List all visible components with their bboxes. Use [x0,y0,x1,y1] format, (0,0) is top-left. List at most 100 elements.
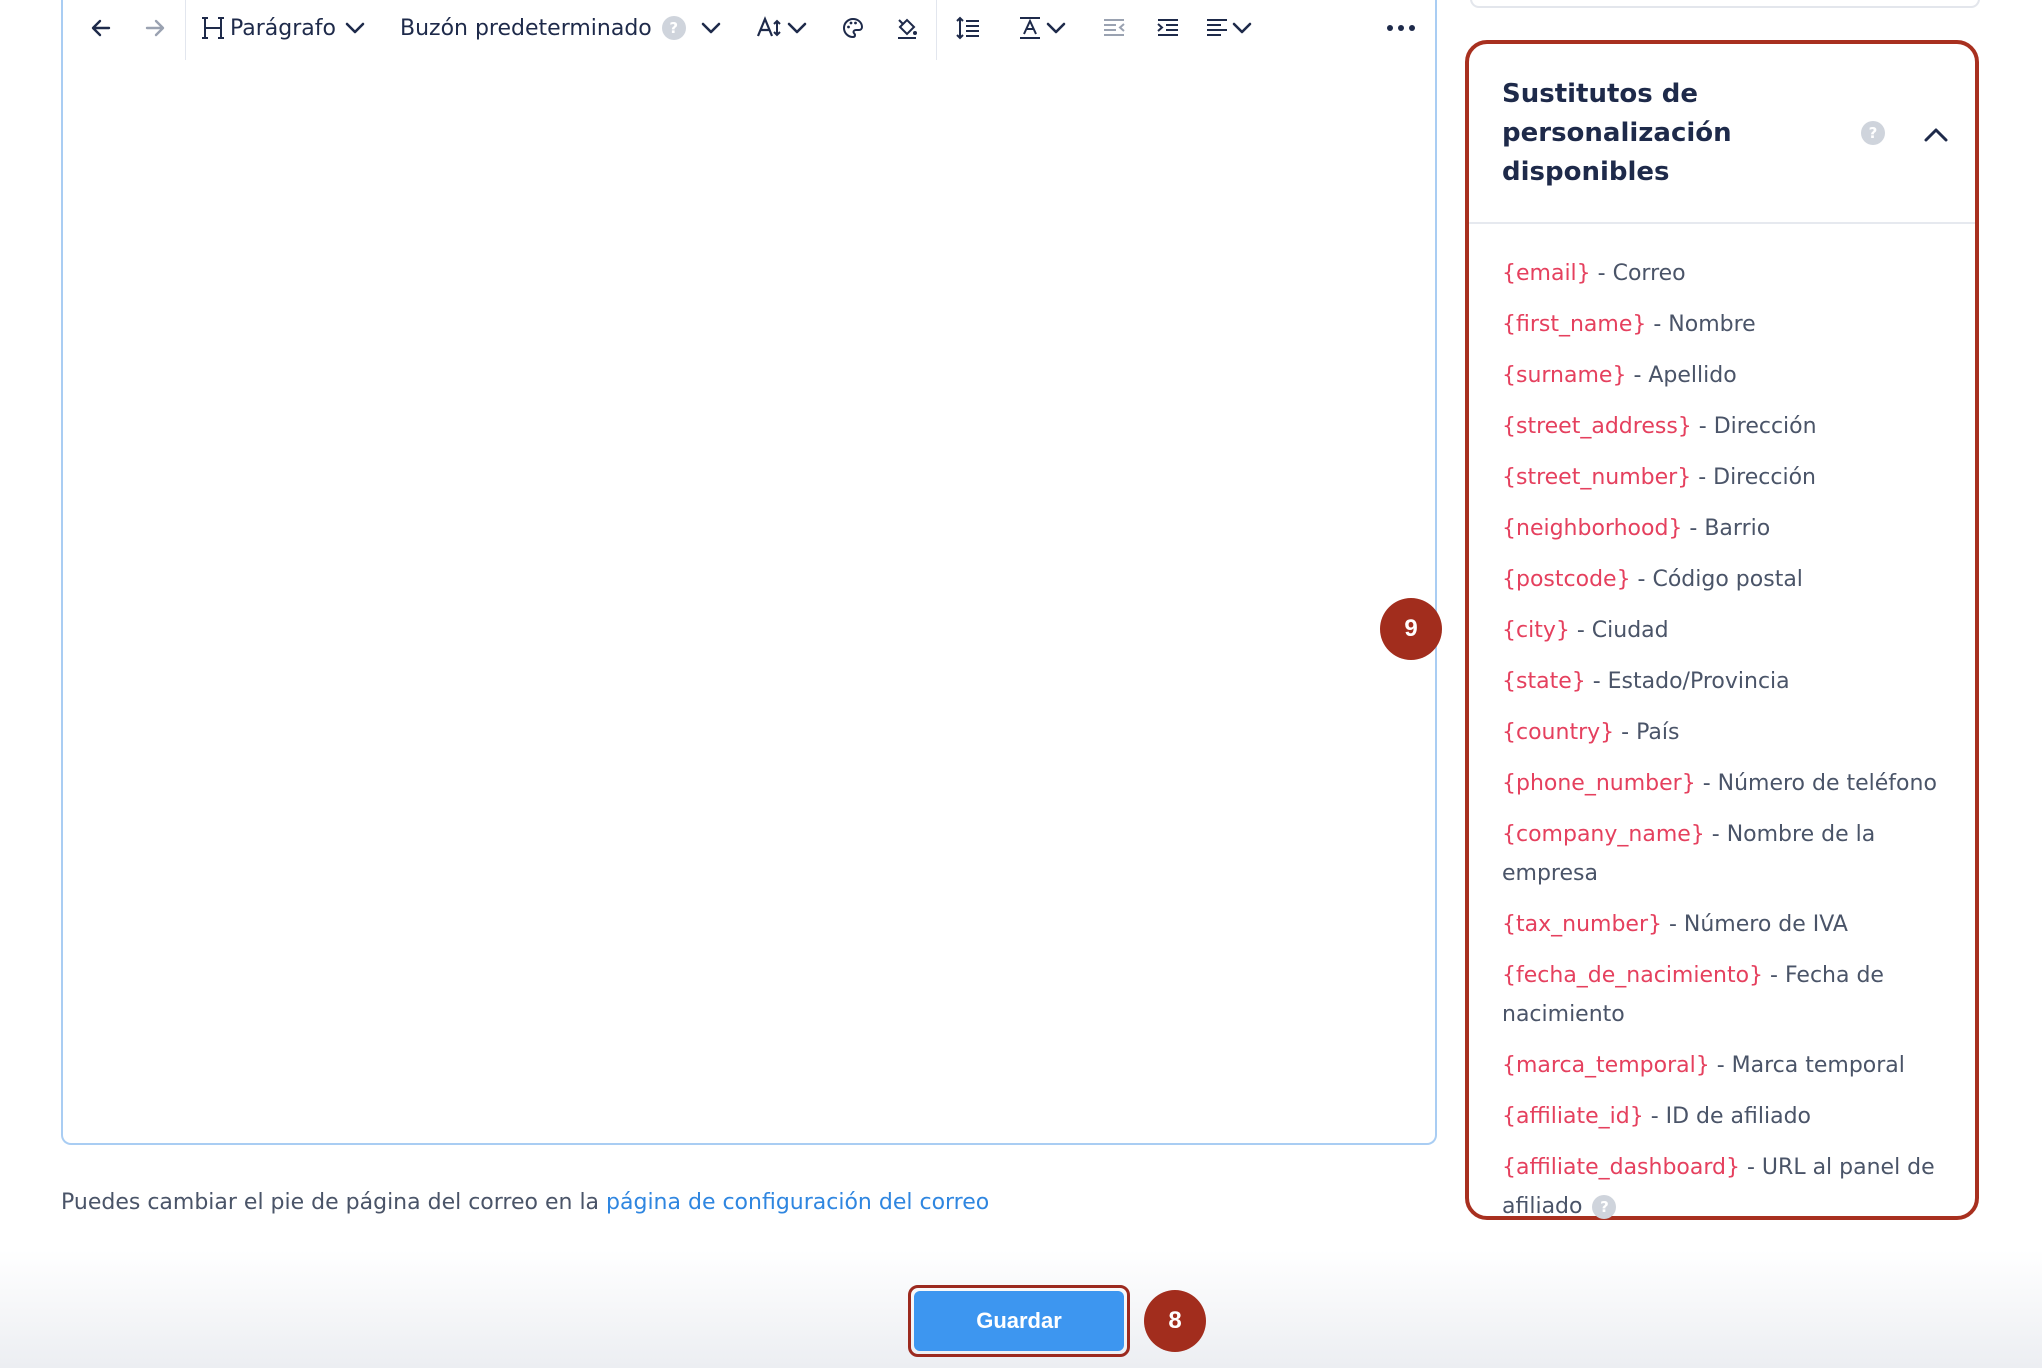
placeholder-token: {street_address} [1502,414,1692,439]
block-style-dropdown[interactable]: Parágrafo [200,8,368,48]
placeholder-item[interactable]: {surname} - Apellido [1502,356,1972,395]
placeholder-token: {tax_number} [1502,912,1662,937]
email-settings-link[interactable]: página de configuración del correo [606,1190,989,1215]
paint-bucket-icon [897,18,917,39]
heading-icon [202,17,224,39]
font-size-dropdown[interactable] [756,8,810,48]
save-button[interactable]: Guardar [914,1291,1124,1351]
placeholder-item[interactable]: {city} - Ciudad [1502,611,1972,650]
placeholder-description: - País [1614,720,1680,745]
placeholder-description: - Marca temporal [1709,1053,1905,1078]
placeholder-token: {surname} [1502,363,1627,388]
email-footer-note: Puedes cambiar el pie de página del corr… [61,1190,989,1215]
background-color-button[interactable] [890,8,924,48]
placeholders-panel: Sustitutos de personalización disponible… [1465,40,1979,1220]
alignment-dropdown[interactable] [1205,8,1255,48]
placeholder-item[interactable]: {street_number} - Dirección [1502,458,1972,497]
placeholder-item[interactable]: {tax_number} - Número de IVA [1502,905,1972,944]
line-height-icon [956,16,979,40]
placeholder-item[interactable]: {email} - Correo [1502,254,1972,293]
chevron-down-icon [787,22,807,34]
email-template-editor-page: Parágrafo Buzón predeterminado ? Puedes … [0,0,2042,1368]
placeholder-token: {country} [1502,720,1615,745]
outdent-button[interactable] [1097,8,1131,48]
placeholder-item[interactable]: {postcode} - Código postal [1502,560,1972,599]
indent-icon [1157,19,1178,36]
mailbox-label: Buzón predeterminado [399,15,652,41]
placeholder-description: - Dirección [1691,414,1817,439]
placeholder-token: {company_name} [1502,822,1705,847]
chevron-down-icon [1046,22,1066,34]
panel-title: Sustitutos de personalización disponible… [1502,79,1732,187]
help-icon[interactable]: ? [1861,121,1885,145]
redo-button[interactable] [135,8,175,48]
placeholder-item[interactable]: {affiliate_dashboard} - URL al panel de … [1502,1148,1972,1226]
chevron-down-icon [345,22,365,34]
chevron-up-icon [1924,128,1948,142]
placeholder-item[interactable]: {company_name} - Nombre de la empresa [1502,815,1972,893]
placeholder-token: {affiliate_dashboard} [1502,1155,1740,1180]
placeholder-list: {email} - Correo {first_name} - Nombre {su… [1502,254,1972,1238]
save-button-highlight: Guardar [908,1285,1130,1357]
placeholder-item[interactable]: {fecha_de_nacimiento} - Fecha de nacimie… [1502,956,1972,1034]
placeholder-token: {marca_temporal} [1502,1053,1710,1078]
placeholder-token: {email} [1502,261,1591,286]
text-format-icon [1019,17,1040,39]
outdent-icon [1103,19,1125,36]
placeholder-description: - Número de teléfono [1695,771,1937,796]
block-style-label: Parágrafo [230,15,336,41]
placeholder-item[interactable]: {neighborhood} - Barrio [1502,509,1972,548]
palette-icon [842,17,863,39]
placeholder-description: - Apellido [1626,363,1737,388]
placeholder-token: {state} [1502,669,1586,694]
placeholder-token: {city} [1502,618,1570,643]
undo-button[interactable] [81,8,121,48]
placeholder-description: - Código postal [1630,567,1803,592]
placeholder-token: {neighborhood} [1502,516,1683,541]
placeholder-description: - Correo [1590,261,1686,286]
step-badge-9: 9 [1380,598,1442,660]
text-format-dropdown[interactable] [1017,8,1069,48]
placeholder-item[interactable]: {state} - Estado/Provincia [1502,662,1972,701]
chevron-down-icon [1232,22,1252,34]
placeholder-token: {postcode} [1502,567,1631,592]
sidebar-card-previous [1470,0,1980,8]
arrow-left-icon [91,19,111,37]
placeholder-item[interactable]: {first_name} - Nombre [1502,305,1972,344]
editor-toolbar: Parágrafo Buzón predeterminado ? [63,0,1435,60]
placeholders-panel-header[interactable]: Sustitutos de personalización disponible… [1469,44,1975,224]
chevron-down-icon [701,22,721,34]
placeholder-description: - Número de IVA [1661,912,1848,937]
align-left-icon [1206,19,1227,36]
rich-text-editor[interactable]: Parágrafo Buzón predeterminado ? [61,0,1437,1145]
help-icon[interactable]: ? [1592,1195,1617,1219]
placeholder-description: - Nombre [1646,312,1756,337]
step-badge-8: 8 [1144,1290,1206,1352]
placeholder-item[interactable]: {marca_temporal} - Marca temporal [1502,1046,1972,1085]
collapse-button[interactable] [1921,120,1951,154]
toolbar-divider [185,0,186,60]
placeholder-description: - Barrio [1682,516,1771,541]
placeholder-item[interactable]: {affiliate_id} - ID de afiliado [1502,1097,1972,1136]
placeholder-description: - Dirección [1691,465,1816,490]
placeholder-item[interactable]: {phone_number} - Número de teléfono [1502,764,1972,803]
placeholder-token: {first_name} [1502,312,1647,337]
more-options-button[interactable] [1381,8,1421,48]
help-icon[interactable]: ? [661,16,686,40]
footer-note-text: Puedes cambiar el pie de página del corr… [61,1190,607,1215]
mailbox-dropdown[interactable]: Buzón predeterminado ? [400,8,724,48]
indent-button[interactable] [1151,8,1185,48]
arrow-right-icon [145,19,165,37]
placeholder-token: {affiliate_id} [1502,1104,1644,1129]
toolbar-divider [935,0,937,60]
more-horizontal-icon [1387,25,1415,31]
placeholder-item[interactable]: {street_address} - Dirección [1502,407,1972,446]
placeholder-token: {fecha_de_nacimiento} [1502,963,1764,988]
font-size-icon [756,16,781,37]
placeholder-description: - Estado/Provincia [1585,669,1790,694]
placeholder-description: - ID de afiliado [1643,1104,1812,1129]
line-height-button[interactable] [951,8,985,48]
placeholder-token: {street_number} [1502,465,1692,490]
placeholder-item[interactable]: {country} - País [1502,713,1972,752]
text-color-button[interactable] [836,8,870,48]
